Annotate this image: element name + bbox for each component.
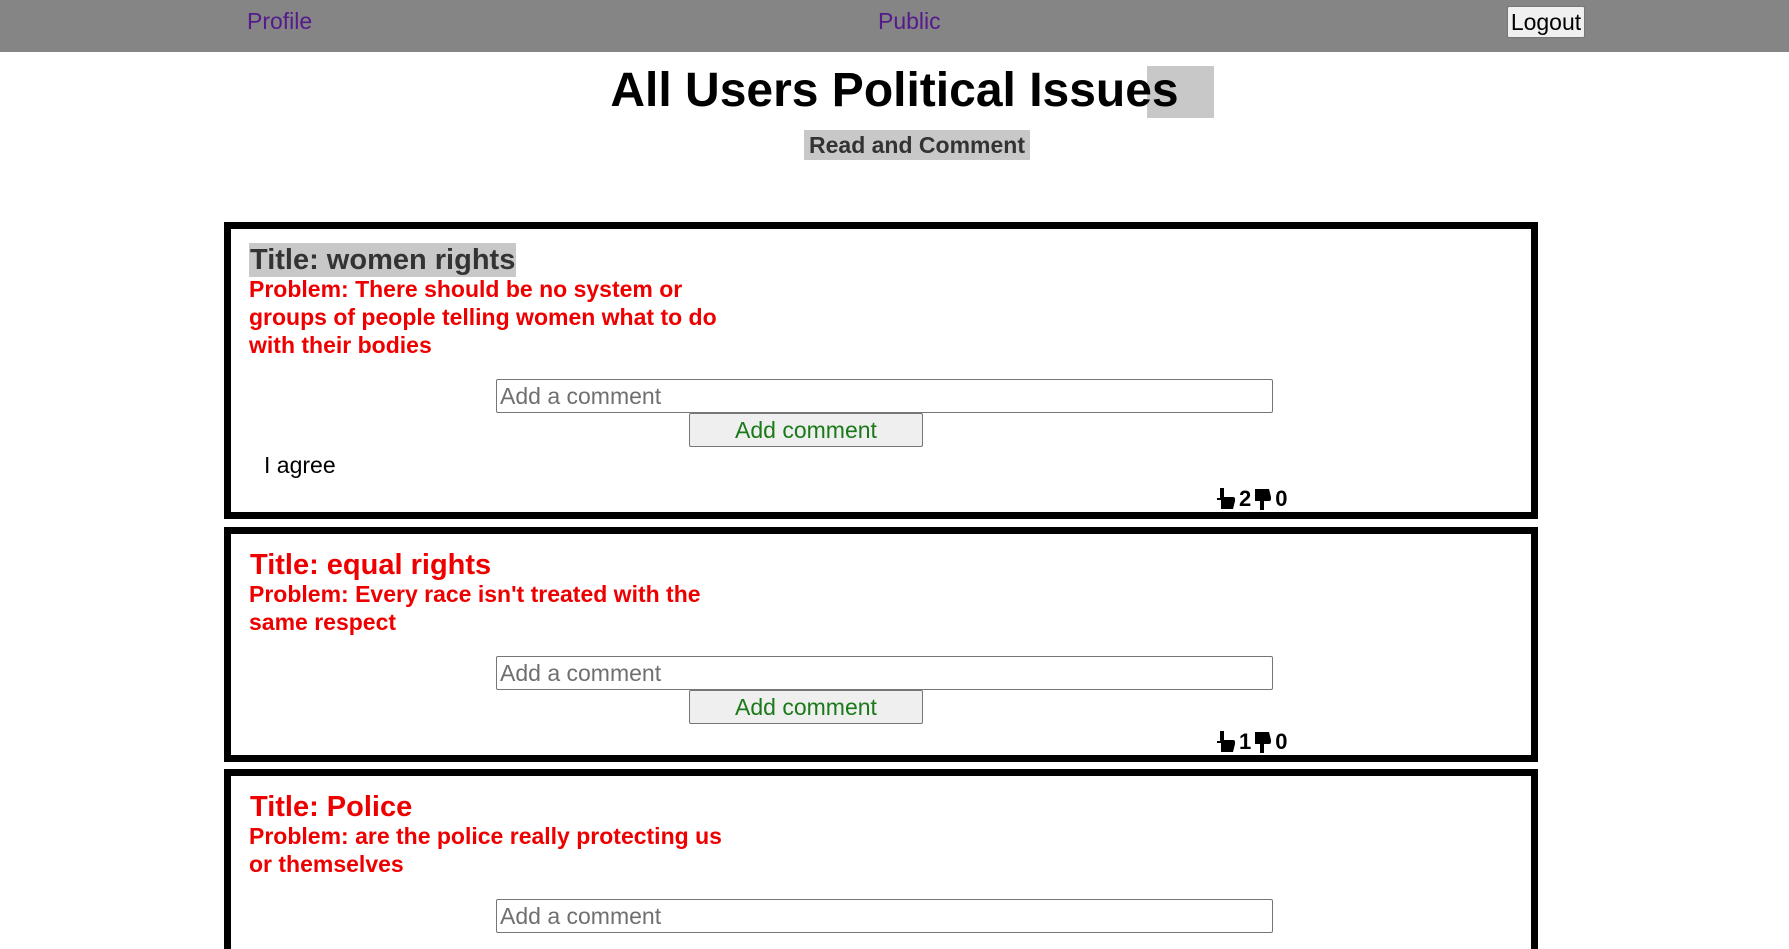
dislike-count: 0 [1275, 729, 1288, 754]
issue-card: Title: Police Problem: are the police re… [224, 769, 1538, 949]
issue-card: Title: women rights Problem: There shoul… [224, 222, 1538, 519]
comment-input[interactable] [496, 899, 1273, 933]
comment-text: I agree [264, 452, 336, 478]
thumbs-up-icon[interactable] [1216, 730, 1238, 754]
add-comment-button[interactable]: Add comment [689, 690, 923, 724]
comment-input[interactable] [496, 379, 1273, 413]
issue-card: Title: equal rights Problem: Every race … [224, 527, 1538, 762]
issue-problem: Problem: Every race isn't treated with t… [249, 581, 701, 635]
public-link[interactable]: Public [878, 8, 941, 35]
issue-title: Title: equal rights [250, 549, 492, 581]
thumbs-down-icon[interactable] [1252, 730, 1274, 754]
comment-votes: 2 0 [1216, 485, 1289, 513]
issue-problem: Problem: are the police really protectin… [249, 823, 722, 877]
profile-link[interactable]: Profile [247, 8, 312, 35]
comment-votes: 1 0 [1216, 728, 1289, 756]
thumbs-down-icon[interactable] [1252, 487, 1274, 511]
page-title: All Users Political Issues [610, 64, 1179, 117]
dislike-count: 0 [1275, 486, 1288, 511]
navbar: Profile Public Logout [0, 0, 1789, 52]
logout-button[interactable]: Logout [1507, 6, 1585, 38]
add-comment-button[interactable]: Add comment [689, 413, 923, 447]
like-count: 2 [1239, 486, 1252, 511]
thumbs-up-icon[interactable] [1216, 487, 1238, 511]
issue-title: Title: women rights [249, 243, 517, 277]
issue-title: Title: Police [250, 791, 413, 823]
comment-input[interactable] [496, 656, 1273, 690]
issue-problem: Problem: There should be no system or gr… [249, 276, 717, 358]
like-count: 1 [1239, 729, 1252, 754]
page-subtitle: Read and Comment [804, 130, 1030, 160]
